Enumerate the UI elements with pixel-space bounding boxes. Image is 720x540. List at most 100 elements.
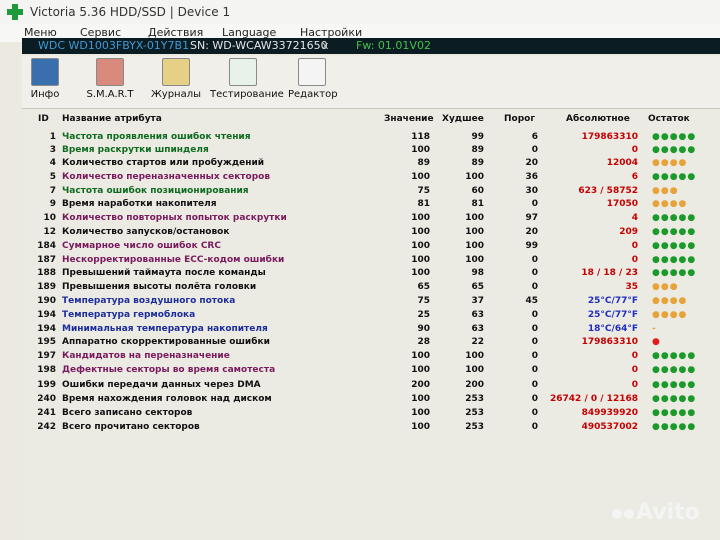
table-row[interactable]: 194 Минимальная температура накопителя 90 6… — [22, 324, 720, 337]
attr-value: 100 — [411, 365, 430, 375]
attr-raw: 179863310 — [581, 337, 638, 347]
device-model: WDC WD1003FBYX-01Y7B1 — [38, 39, 190, 52]
toolbar-button-info[interactable]: Инфо — [28, 58, 62, 100]
attr-name: Частота ошибок позиционирования — [62, 186, 249, 196]
attr-value: 100 — [411, 422, 430, 432]
attr-name: Количество стартов или пробуждений — [62, 158, 265, 168]
table-row[interactable]: 3 Время раскрутки шпинделя 100 89 0 0 ●●●●● — [22, 145, 720, 158]
attr-name: Превышения высоты полёта головки — [62, 282, 257, 292]
device-firmware: Fw: 01.01V02 — [356, 39, 431, 52]
attr-health: ●●●●● — [652, 351, 697, 361]
attr-id: 10 — [43, 213, 56, 223]
attr-raw: 0 — [631, 145, 638, 155]
attr-id: 194 — [37, 324, 56, 334]
attr-raw: 490537002 — [581, 422, 638, 432]
header-health[interactable]: Остаток — [648, 114, 690, 124]
attr-threshold: 36 — [525, 172, 538, 182]
table-row[interactable]: 197 Кандидатов на переназначение 100 100 0 0 ●… — [22, 351, 720, 364]
toolbar-button-smart[interactable]: S.M.A.R.T — [84, 58, 136, 100]
attr-health: - — [652, 324, 657, 334]
header-name[interactable]: Название атрибута — [62, 114, 162, 124]
header-raw[interactable]: Абсолютное — [566, 114, 630, 124]
device-serial: SN: WD-WCAW33721650 — [190, 39, 328, 52]
attr-worst: 100 — [465, 365, 484, 375]
attr-id: 241 — [37, 408, 56, 418]
attr-raw: 179863310 — [581, 132, 638, 142]
header-id[interactable]: ID — [38, 114, 49, 124]
table-row[interactable]: 10 Количество повторных попыток раскрутки… — [22, 213, 720, 226]
watermark-text: Avito — [636, 500, 700, 525]
attr-threshold: 99 — [525, 241, 538, 251]
attr-health: ●●● — [652, 186, 679, 196]
window-title: Victoria 5.36 HDD/SSD | Device 1 — [30, 5, 231, 19]
table-row[interactable]: 189 Превышения высоты полёта головки 65 65 0… — [22, 282, 720, 295]
attr-id: 242 — [37, 422, 56, 432]
header-value[interactable]: Значение — [384, 114, 434, 124]
attr-id: 190 — [37, 296, 56, 306]
attr-worst: 100 — [465, 172, 484, 182]
attr-threshold: 0 — [531, 351, 538, 361]
attr-name: Аппаратно скорректированные ошибки — [62, 337, 270, 347]
attr-raw: 35 — [625, 282, 638, 292]
device-bar[interactable]: WDC WD1003FBYX-01Y7B1 SN: WD-WCAW3372165… — [22, 38, 720, 54]
table-row[interactable]: 241 Всего записано секторов 100 253 0 8499399… — [22, 408, 720, 421]
attr-name: Минимальная температура накопителя — [62, 324, 268, 334]
attr-name: Количество повторных попыток раскрутки — [62, 213, 287, 223]
toolbar-button-logs[interactable]: Журналы — [150, 58, 202, 100]
table-row[interactable]: 195 Аппаратно скорректированные ошибки 28 2… — [22, 337, 720, 350]
attr-id: 4 — [49, 158, 56, 168]
victoria-window: Victoria 5.36 HDD/SSD | Device 1 Меню Се… — [0, 0, 720, 540]
attr-id: 9 — [49, 199, 56, 209]
table-row[interactable]: 12 Количество запусков/остановок 100 100 20 2… — [22, 227, 720, 240]
toolbar-label-smart: S.M.A.R.T — [86, 89, 134, 100]
table-row[interactable]: 4 Количество стартов или пробуждений 89 89 2… — [22, 158, 720, 171]
attr-raw: 849939920 — [581, 408, 638, 418]
attr-health: ●●●●● — [652, 227, 697, 237]
header-worst[interactable]: Худшее — [442, 114, 484, 124]
attr-name: Дефектные секторы во время самотеста — [62, 365, 276, 375]
attr-value: 100 — [411, 351, 430, 361]
table-row[interactable]: 9 Время наработки накопителя 81 81 0 17050 ●●●… — [22, 199, 720, 212]
table-row[interactable]: 184 Суммарное число ошибок CRC 100 100 99 0 ●●… — [22, 241, 720, 254]
header-threshold[interactable]: Порог — [504, 114, 535, 124]
attr-worst: 100 — [465, 213, 484, 223]
table-row[interactable]: 199 Ошибки передачи данных через DMA 200 20… — [22, 380, 720, 393]
table-row[interactable]: 194 Температура гермоблока 25 63 0 25°C/77°F ●… — [22, 310, 720, 323]
table-row[interactable]: 190 Температура воздушного потока 75 37 45 25… — [22, 296, 720, 309]
attr-value: 100 — [411, 145, 430, 155]
attr-threshold: 6 — [531, 132, 538, 142]
table-row[interactable]: 198 Дефектные секторы во время самотеста 1… — [22, 365, 720, 378]
table-row[interactable]: 240 Время нахождения головок над диском 10… — [22, 394, 720, 407]
table-row[interactable]: 187 Нескорректированные ECC-кодом ошибки 1… — [22, 255, 720, 268]
table-row[interactable]: 1 Частота проявления ошибок чтения 118 99 6 1… — [22, 132, 720, 145]
attr-name: Количество переназначенных секторов — [62, 172, 271, 182]
watermark-dot-icon — [624, 509, 634, 519]
attr-health: ●●●●● — [652, 241, 697, 251]
attr-raw: 0 — [631, 351, 638, 361]
table-row[interactable]: 5 Количество переназначенных секторов 100 1… — [22, 172, 720, 185]
attr-id: 3 — [49, 145, 56, 155]
avito-watermark: Avito — [612, 500, 700, 525]
attr-id: 188 — [37, 268, 56, 278]
table-row[interactable]: 242 Всего прочитано секторов 100 253 0 490537… — [22, 422, 720, 435]
attr-name: Время нахождения головок над диском — [62, 394, 272, 404]
attr-value: 118 — [411, 132, 430, 142]
binary-editor-icon — [298, 58, 326, 86]
attr-worst: 81 — [471, 199, 484, 209]
attr-name: Количество запусков/остановок — [62, 227, 230, 237]
attr-threshold: 0 — [531, 324, 538, 334]
toolbar-label-logs: Журналы — [151, 89, 201, 100]
attr-raw: 0 — [631, 365, 638, 375]
attr-health: ●●● — [652, 282, 679, 292]
attr-value: 100 — [411, 241, 430, 251]
close-device-icon[interactable]: x — [322, 39, 329, 52]
attr-id: 1 — [49, 132, 56, 142]
attr-health: ●●●●● — [652, 394, 697, 404]
attr-threshold: 30 — [525, 186, 538, 196]
table-row[interactable]: 188 Превышений таймаута после команды 100 9… — [22, 268, 720, 281]
toolbar-button-testing[interactable]: Тестирование — [210, 58, 284, 100]
attr-id: 187 — [37, 255, 56, 265]
toolbar-button-editor[interactable]: Редактор — [288, 58, 338, 100]
table-row[interactable]: 7 Частота ошибок позиционирования 75 60 30 62… — [22, 186, 720, 199]
attr-name: Время раскрутки шпинделя — [62, 145, 209, 155]
